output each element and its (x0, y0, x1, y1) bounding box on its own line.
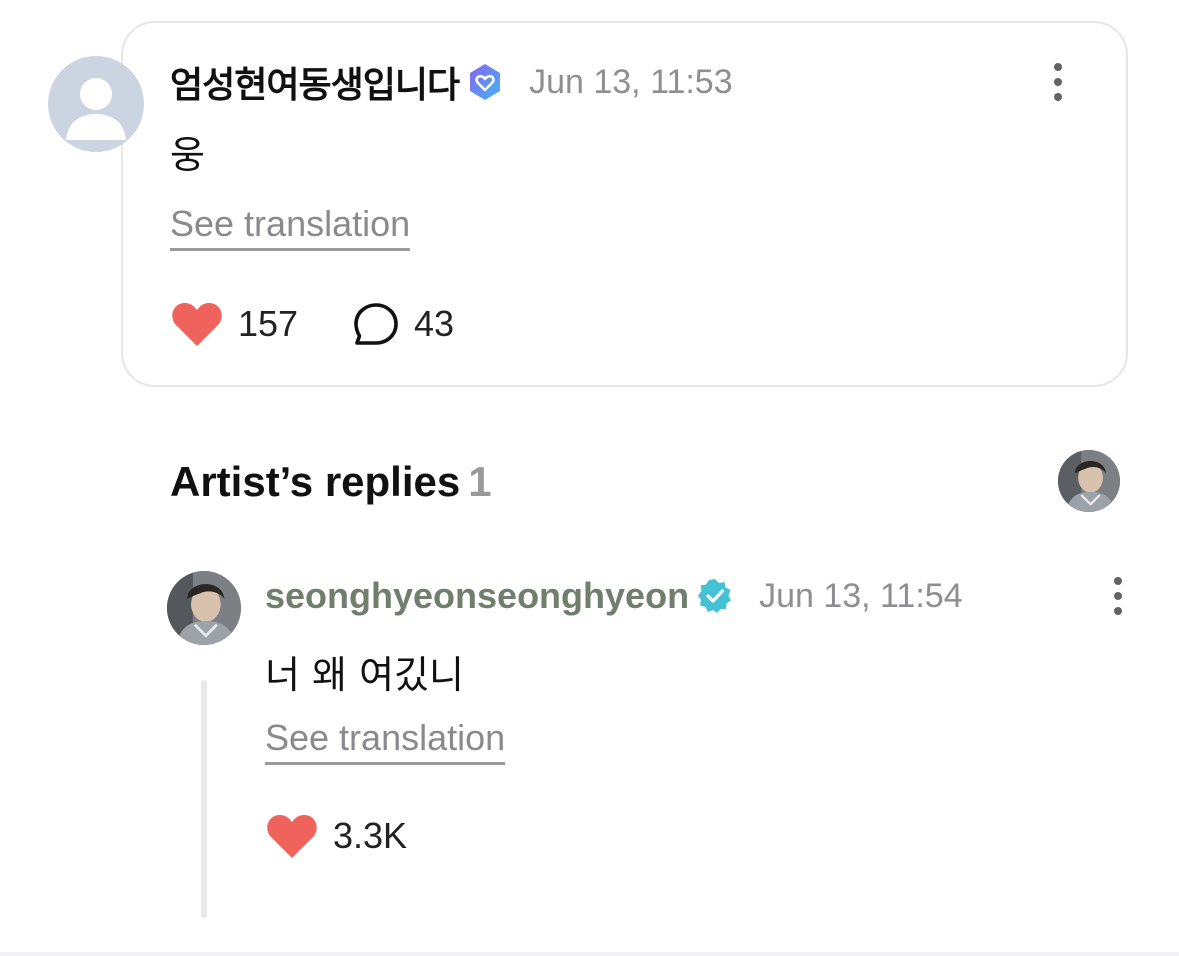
fan-like-button[interactable]: 157 (170, 300, 298, 348)
artist-replies-count: 1 (468, 458, 492, 505)
fan-comment-header: 엄성현여동생입니다 Jun 13, 11:53 (170, 56, 733, 108)
fan-comment-body: 웅 (170, 133, 205, 177)
fan-avatar-default[interactable] (48, 56, 144, 152)
fan-see-translation-link[interactable]: See translation (170, 204, 411, 251)
fan-more-options-icon[interactable] (1054, 63, 1062, 101)
fan-username[interactable]: 엄성현여동생입니다 (170, 56, 460, 108)
fan-reply-count: 43 (414, 303, 455, 344)
artist-replies-heading: Artist’s replies 1 (170, 458, 492, 506)
default-user-icon (66, 78, 126, 140)
artist-timestamp: Jun 13, 11:54 (759, 576, 963, 615)
heart-icon (267, 814, 317, 858)
artist-reply-body: 너 왜 여깄니 (265, 653, 464, 697)
fan-like-count: 157 (238, 303, 299, 344)
speech-bubble-icon (354, 303, 398, 345)
heart-icon (172, 302, 222, 346)
artist-like-button[interactable]: 3.3K (265, 812, 407, 860)
artist-avatar[interactable] (167, 571, 241, 645)
artist-reply-header: seonghyeonseonghyeon Jun 13, 11:54 (265, 572, 963, 620)
bottom-divider (0, 952, 1179, 956)
fan-timestamp: Jun 13, 11:53 (529, 62, 733, 101)
artist-photo-icon (1058, 450, 1120, 512)
artist-replies-title: Artist’s replies (170, 458, 461, 505)
artist-verified-badge-icon (697, 578, 733, 614)
artist-see-translation-link[interactable]: See translation (265, 718, 506, 765)
artist-more-options-icon[interactable] (1114, 577, 1122, 615)
artist-username[interactable]: seonghyeonseonghyeon (265, 575, 689, 617)
fan-reply-button[interactable]: 43 (352, 300, 454, 348)
artist-header-avatar[interactable] (1058, 450, 1120, 512)
artist-photo-icon (167, 571, 241, 645)
reply-thread-line (201, 680, 207, 918)
membership-heart-badge-icon (467, 63, 503, 101)
artist-like-count: 3.3K (333, 815, 408, 856)
